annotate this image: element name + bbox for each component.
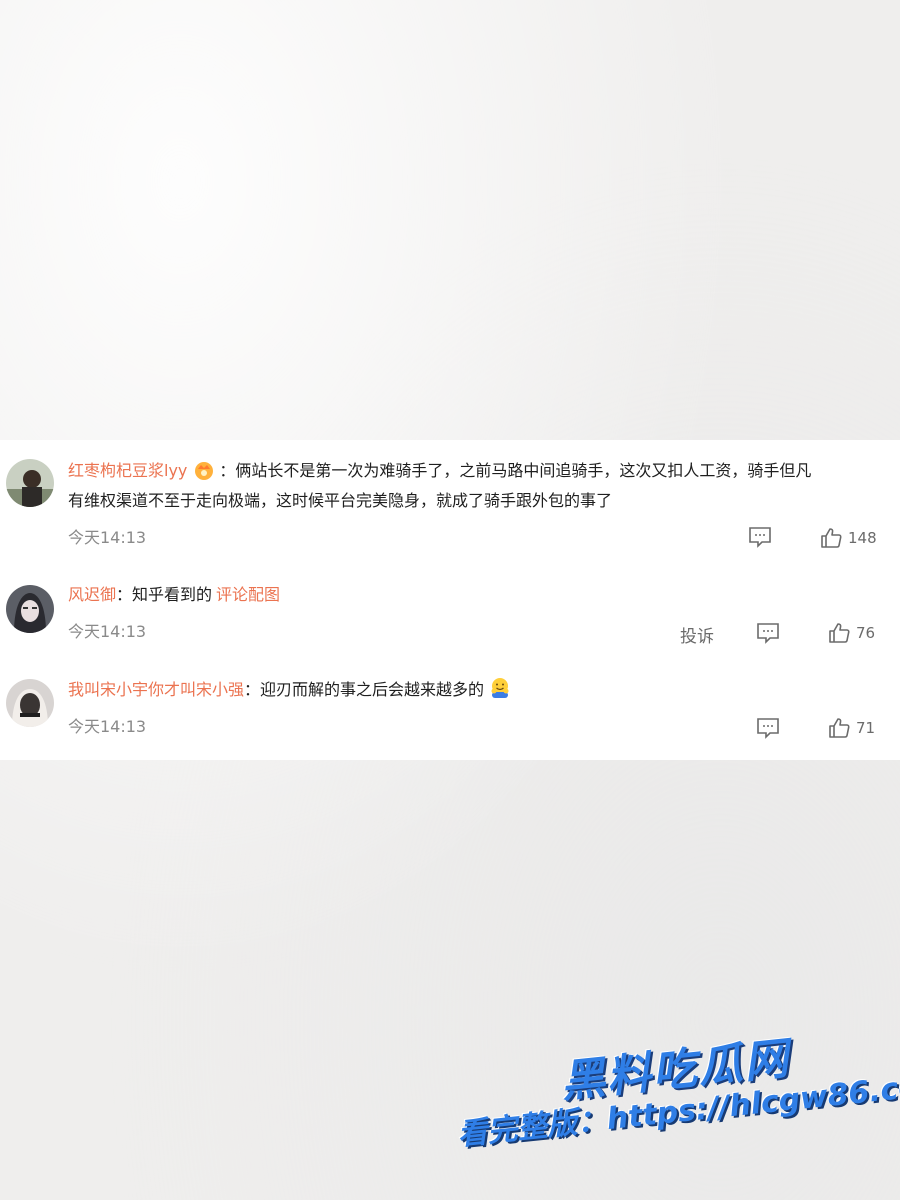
username[interactable]: 红枣枸杞豆浆lyy bbox=[68, 461, 187, 480]
comment-list: 红枣枸杞豆浆lyy ：俩站长不是第一次为难骑手了，之前马路中间追骑手，这次又扣人工… bbox=[0, 440, 900, 760]
reply-icon[interactable] bbox=[756, 717, 780, 739]
avatar[interactable] bbox=[6, 679, 54, 727]
comment-text: 风迟御：知乎看到的 评论配图 bbox=[68, 585, 281, 604]
avatar[interactable] bbox=[6, 585, 54, 633]
like-count: 76 bbox=[856, 624, 876, 642]
like-button[interactable]: 148 bbox=[820, 527, 877, 549]
timestamp: 今天14:13 bbox=[68, 528, 147, 547]
like-count: 148 bbox=[848, 529, 877, 547]
username[interactable]: 风迟御 bbox=[68, 585, 116, 604]
like-button[interactable]: 71 bbox=[828, 717, 875, 739]
reply-icon[interactable] bbox=[756, 622, 780, 644]
crown-badge-icon bbox=[193, 459, 215, 481]
like-count: 71 bbox=[856, 719, 876, 737]
comment-text-continued: 有维权渠道不至于走向极端，这时候平台完美隐身，就成了骑手跟外包的事了 bbox=[68, 491, 613, 510]
reply-icon[interactable] bbox=[748, 526, 772, 548]
username[interactable]: 我叫宋小宇你才叫宋小强 bbox=[68, 680, 244, 699]
comment-body: 俩站长不是第一次为难骑手了，之前马路中间追骑手，这次又扣人工资，骑手但凡 bbox=[235, 461, 812, 480]
timestamp: 今天14:13 bbox=[68, 717, 147, 736]
comment-body: 知乎看到的 bbox=[132, 585, 213, 604]
thumbs-up-icon bbox=[829, 623, 850, 643]
avatar[interactable] bbox=[6, 459, 54, 507]
comment-item: 风迟御：知乎看到的 评论配图 今天14:13 投诉 76 bbox=[0, 560, 900, 655]
comment-text: 我叫宋小宇你才叫宋小强：迎刃而解的事之后会越来越多的 bbox=[68, 675, 876, 705]
comment-item: 红枣枸杞豆浆lyy ：俩站长不是第一次为难骑手了，之前马路中间追骑手，这次又扣人工… bbox=[0, 440, 900, 560]
like-button[interactable]: 76 bbox=[828, 622, 875, 644]
comment-body: 迎刃而解的事之后会越来越多的 bbox=[260, 680, 485, 699]
report-button[interactable]: 投诉 bbox=[680, 622, 714, 647]
thumbs-up-icon bbox=[821, 528, 842, 548]
comment-text: 红枣枸杞豆浆lyy ：俩站长不是第一次为难骑手了，之前马路中间追骑手，这次又扣人工… bbox=[68, 459, 812, 481]
thumbs-up-icon bbox=[829, 718, 850, 738]
comment-item: 我叫宋小宇你才叫宋小强：迎刃而解的事之后会越来越多的 今天14:13 71 bbox=[0, 655, 900, 755]
timestamp: 今天14:13 bbox=[68, 622, 147, 641]
comment-image-link[interactable]: 评论配图 bbox=[216, 585, 280, 604]
hug-emoji-icon bbox=[488, 676, 512, 700]
